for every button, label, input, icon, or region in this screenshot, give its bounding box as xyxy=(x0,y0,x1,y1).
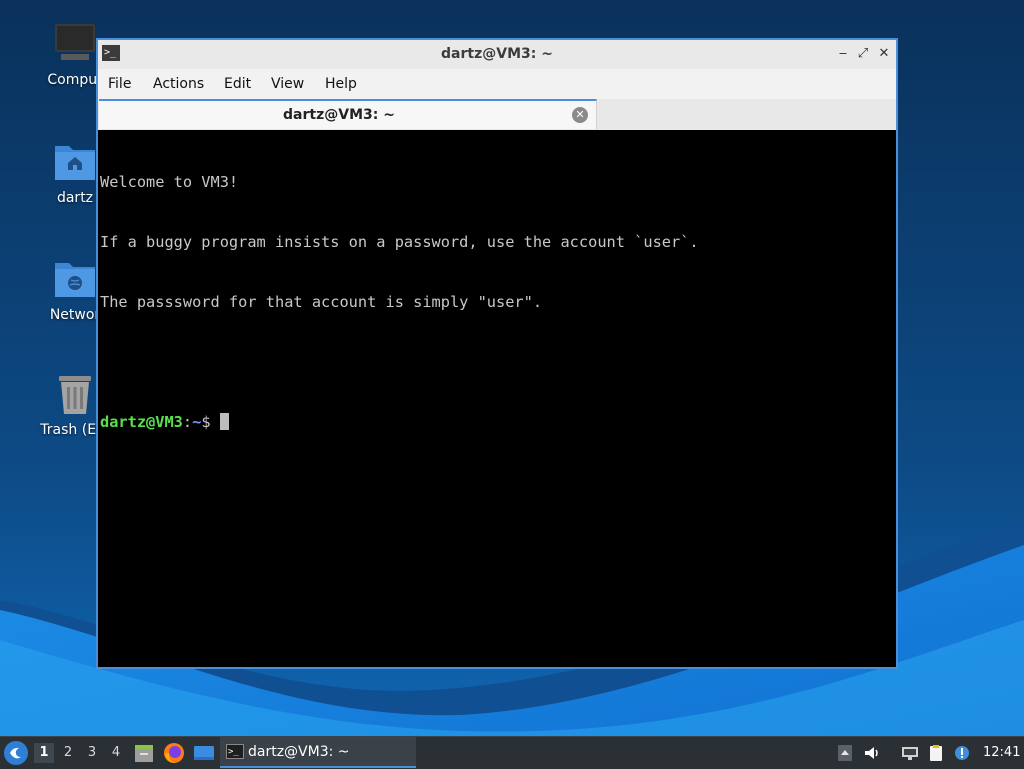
clipboard-icon[interactable] xyxy=(927,744,945,762)
firefox-icon[interactable] xyxy=(163,742,185,764)
network-folder-icon xyxy=(51,257,99,301)
app-menu-button[interactable] xyxy=(4,741,28,765)
start-menu-icon xyxy=(10,747,21,759)
computer-icon xyxy=(51,22,99,66)
minimize-button[interactable]: ‒ xyxy=(834,45,852,63)
menu-bar: File Actions Edit View Help xyxy=(98,69,896,99)
volume-icon[interactable] xyxy=(863,744,881,762)
home-folder-icon xyxy=(51,140,99,184)
taskbar: 1 2 3 4 >_ dartz@VM3: ~ 12:41 xyxy=(0,736,1024,769)
text-cursor xyxy=(219,413,229,430)
terminal-output[interactable]: Welcome to VM3! If a buggy program insis… xyxy=(98,130,896,667)
clock[interactable]: 12:41 xyxy=(983,745,1020,760)
trash-icon xyxy=(51,372,99,416)
close-button[interactable]: ✕ xyxy=(875,45,893,63)
file-manager-icon[interactable] xyxy=(133,742,155,764)
menu-view[interactable]: View xyxy=(271,76,304,92)
workspace-3[interactable]: 3 xyxy=(82,743,102,763)
terminal-window[interactable]: >_ dartz@VM3: ~ ‒ ⤢ ✕ File Actions Edit … xyxy=(96,38,898,669)
tab-close-icon[interactable]: ✕ xyxy=(572,107,588,123)
terminal-line: The passsword for that account is simply… xyxy=(100,293,543,311)
taskbar-window-button[interactable]: >_ dartz@VM3: ~ xyxy=(220,737,416,768)
window-title: dartz@VM3: ~ xyxy=(441,46,553,62)
workspace-2[interactable]: 2 xyxy=(58,743,78,763)
menu-file[interactable]: File xyxy=(108,76,131,92)
menu-edit[interactable]: Edit xyxy=(224,76,251,92)
terminal-line: If a buggy program insists on a password… xyxy=(100,233,699,251)
maximize-button[interactable]: ⤢ xyxy=(854,45,872,63)
title-bar[interactable]: >_ dartz@VM3: ~ ‒ ⤢ ✕ xyxy=(98,40,896,70)
terminal-line: Welcome to VM3! xyxy=(100,173,239,191)
prompt-separator: : xyxy=(182,413,193,431)
tab-label: dartz@VM3: ~ xyxy=(283,107,395,123)
update-icon[interactable] xyxy=(953,744,971,762)
workspace-4[interactable]: 4 xyxy=(106,743,126,763)
prompt-symbol: $ xyxy=(201,413,220,431)
menu-help[interactable]: Help xyxy=(325,76,357,92)
tab-terminal[interactable]: dartz@VM3: ~ ✕ xyxy=(99,99,597,129)
prompt-path: ~ xyxy=(192,413,202,431)
prompt-user: dartz@VM3 xyxy=(100,413,183,431)
tab-bar: dartz@VM3: ~ ✕ xyxy=(98,99,896,131)
tray-arrow-icon[interactable] xyxy=(836,744,854,762)
workspace-1[interactable]: 1 xyxy=(34,743,54,763)
menu-actions[interactable]: Actions xyxy=(153,76,204,92)
network-icon[interactable] xyxy=(901,744,919,762)
terminal-prompt: dartz@VM3:~$ xyxy=(100,412,896,432)
terminal-icon: >_ xyxy=(226,744,244,759)
taskbar-window-label: dartz@VM3: ~ xyxy=(248,744,350,760)
show-desktop-icon[interactable] xyxy=(193,742,215,764)
